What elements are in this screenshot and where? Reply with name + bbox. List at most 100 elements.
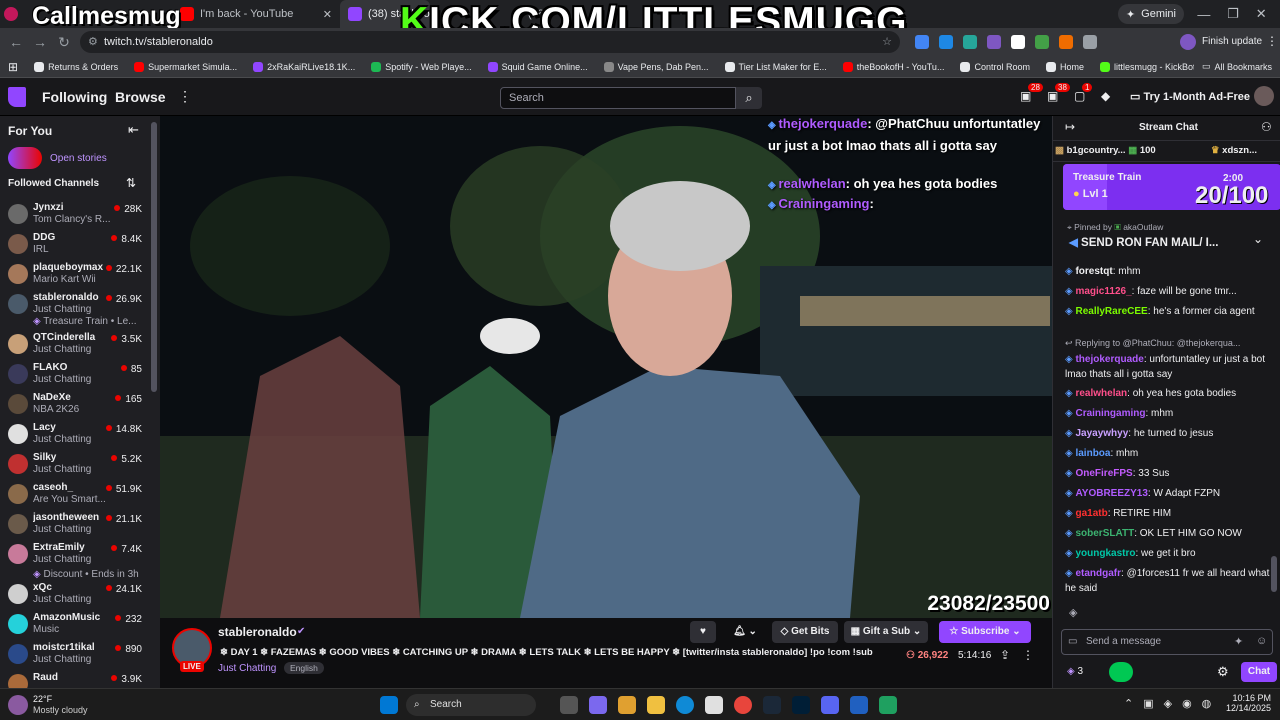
chat-username[interactable]: soberSLATT — [1075, 528, 1134, 539]
chat-username[interactable]: ga1atb — [1075, 508, 1107, 519]
gemini-button[interactable]: ✦ Gemini — [1117, 4, 1184, 24]
chat-input[interactable]: ▭ Send a message ✦ ☺ — [1061, 629, 1273, 655]
get-bits-button[interactable]: ◇ Get Bits — [772, 621, 838, 643]
extension-icon[interactable] — [1059, 35, 1073, 49]
bookmark-item[interactable]: Tier List Maker for E... — [717, 61, 835, 72]
minimize-icon[interactable]: — — [1197, 7, 1210, 22]
all-bookmarks[interactable]: ▭ All Bookmarks — [1194, 61, 1280, 72]
chat-username[interactable]: AYOBREEZY13 — [1075, 488, 1147, 499]
stories-avatar[interactable] — [8, 147, 42, 169]
copilot-icon[interactable] — [618, 696, 636, 714]
subscribe-button[interactable]: ☆ Subscribe ⌄ — [939, 621, 1031, 643]
sidebar-channel-item[interactable]: AmazonMusic Music 232 — [0, 610, 150, 640]
notifications-icon[interactable]: ▢ 1 — [1074, 83, 1093, 103]
tab-youtube[interactable]: I'm back - YouTube ✕ — [172, 0, 340, 28]
chat-scrollbar[interactable] — [1271, 556, 1277, 592]
url-field[interactable]: ⚙ twitch.tv/stableronaldo ☆ — [80, 31, 900, 53]
sidebar-channel-item[interactable]: Jynxzi Tom Clancy's R... 28K — [0, 200, 150, 230]
emote-picker-icon[interactable]: ☺ — [1256, 635, 1267, 647]
menu-dots-icon[interactable]: ⋮ — [1266, 34, 1278, 48]
collapse-chat-icon[interactable]: ↦ — [1065, 120, 1075, 134]
chat-username[interactable]: forestqt — [1075, 266, 1112, 277]
discord-icon[interactable] — [821, 696, 839, 714]
store-icon[interactable] — [705, 696, 723, 714]
chat-username[interactable]: Crainingaming — [1075, 408, 1145, 419]
language-tag[interactable]: English — [284, 662, 324, 674]
bookmark-item[interactable]: Vape Pens, Dab Pen... — [596, 61, 717, 72]
clock[interactable]: 10:16 PM 12/14/2025 — [1226, 693, 1271, 713]
chrome-icon[interactable] — [734, 696, 752, 714]
channel-name[interactable]: stableronaldo — [218, 625, 297, 639]
edge-icon[interactable] — [676, 696, 694, 714]
sidebar-channel-item[interactable]: FLAKO Just Chatting 85 — [0, 360, 150, 390]
gifter-item[interactable]: ▩ b1gcountry... ▦ 100 — [1055, 145, 1156, 156]
user-avatar[interactable] — [1254, 86, 1274, 106]
follow-heart-icon[interactable]: ♥ — [690, 621, 716, 643]
taskbar-search[interactable]: ⌕ Search — [406, 694, 536, 716]
weather-icon[interactable] — [8, 695, 28, 715]
nav-following[interactable]: Following — [42, 89, 107, 105]
pinned-message[interactable]: ◀ SEND RON FAN MAIL/ I... — [1069, 235, 1218, 249]
bookmark-item[interactable]: Squid Game Online... — [480, 61, 596, 72]
sort-icon[interactable]: ⇅ — [126, 176, 136, 190]
bookmark-item[interactable]: Spotify - Web Playe... — [363, 61, 479, 72]
chat-username[interactable]: youngkastro — [1075, 548, 1135, 559]
close-icon[interactable]: ✕ — [323, 8, 332, 21]
sidebar-scrollbar[interactable] — [151, 122, 157, 392]
extension-icon[interactable] — [987, 35, 1001, 49]
browser-profile[interactable] — [0, 0, 22, 28]
gift-sub-button[interactable]: ▦ Gift a Sub ⌄ — [844, 621, 928, 643]
bookmark-star-icon[interactable]: ☆ — [882, 31, 892, 53]
bookmark-item[interactable]: 2xRaKaiRLive18.1K... — [245, 61, 363, 72]
category-link[interactable]: Just Chatting — [218, 663, 276, 674]
sidebar-channel-item[interactable]: xQc Just Chatting 24.1K — [0, 580, 150, 610]
steam-icon[interactable] — [763, 696, 781, 714]
bookmark-item[interactable]: theBookofH - YouTu... — [835, 61, 953, 72]
search-input[interactable]: Search — [500, 87, 736, 109]
sidebar-channel-item[interactable]: caseoh_ Are You Smart... 51.9K — [0, 480, 150, 510]
reload-icon[interactable]: ↻ — [52, 34, 76, 51]
extension-icon[interactable] — [915, 35, 929, 49]
photoshop-icon[interactable] — [792, 696, 810, 714]
bookmark-item[interactable]: littlesmugg - KickBot — [1092, 61, 1194, 72]
chat-username[interactable]: magic1126_ — [1075, 286, 1131, 297]
gifter-item[interactable]: ♛ xdszn... — [1211, 145, 1257, 156]
whispers-icon[interactable]: ▣ 38 — [1047, 83, 1070, 103]
maximize-icon[interactable]: ❐ — [1227, 6, 1239, 22]
extension-icon[interactable] — [1011, 35, 1025, 49]
tab-twitch[interactable]: (38) stableronaldo — [340, 0, 430, 28]
profile-avatar[interactable] — [1180, 34, 1196, 50]
expand-pinned-icon[interactable]: ⌄ — [1253, 232, 1263, 246]
extensions-puzzle-icon[interactable] — [1083, 35, 1097, 49]
extension-icon[interactable] — [1035, 35, 1049, 49]
file-explorer-icon[interactable] — [647, 696, 665, 714]
chat-bits-icon[interactable]: ▭ — [1068, 636, 1077, 647]
video-player[interactable]: ◈ thejokerquade: @PhatChuu unfortuntatle… — [160, 116, 1052, 618]
chat-username[interactable]: OneFireFPS — [1075, 468, 1132, 479]
sidebar-channel-item[interactable]: QTCinderella Just Chatting 3.5K — [0, 330, 150, 360]
more-dots-icon[interactable]: ⋮ — [178, 88, 192, 105]
chat-username[interactable]: Jayaywhyy — [1075, 428, 1128, 439]
chat-settings-icon[interactable]: ⚙ — [1217, 664, 1229, 680]
finish-update-button[interactable]: Finish update — [1202, 36, 1262, 47]
sidebar-channel-item[interactable]: Lacy Just Chatting 14.8K — [0, 420, 150, 450]
extension-icon[interactable] — [963, 35, 977, 49]
tab-twitch-2[interactable]: (38) — [520, 0, 580, 28]
inbox-icon[interactable]: ▣ 28 — [1020, 83, 1043, 103]
forward-icon[interactable]: → — [28, 34, 52, 50]
close-window-icon[interactable]: ✕ — [1256, 6, 1267, 22]
notification-bell-icon[interactable]: 🔔︎ ⌄ — [728, 621, 762, 643]
ad-free-button[interactable]: ▭ Try 1-Month Ad-Free — [1124, 86, 1256, 108]
share-icon[interactable]: ⇪ — [1000, 648, 1010, 662]
crown-icon[interactable]: ◆ — [1101, 89, 1110, 103]
sidebar-channel-item[interactable]: ExtraEmily Just Chatting 7.4K — [0, 540, 150, 570]
chat-username[interactable]: ReallyRareCEE — [1075, 306, 1147, 317]
sidebar-channel-item[interactable]: DDG IRL 8.4K — [0, 230, 150, 260]
sidebar-channel-item[interactable]: Silky Just Chatting 5.2K — [0, 450, 150, 480]
emote-icon[interactable]: ◈ — [1069, 606, 1077, 619]
bookmark-item[interactable]: Home — [1038, 61, 1092, 72]
community-icon[interactable]: ⚇ — [1261, 120, 1272, 134]
chat-username[interactable]: realwhelan — [1075, 388, 1127, 399]
apps-grid-icon[interactable]: ⊞ — [0, 60, 26, 74]
chat-send-button[interactable]: Chat — [1241, 662, 1277, 682]
